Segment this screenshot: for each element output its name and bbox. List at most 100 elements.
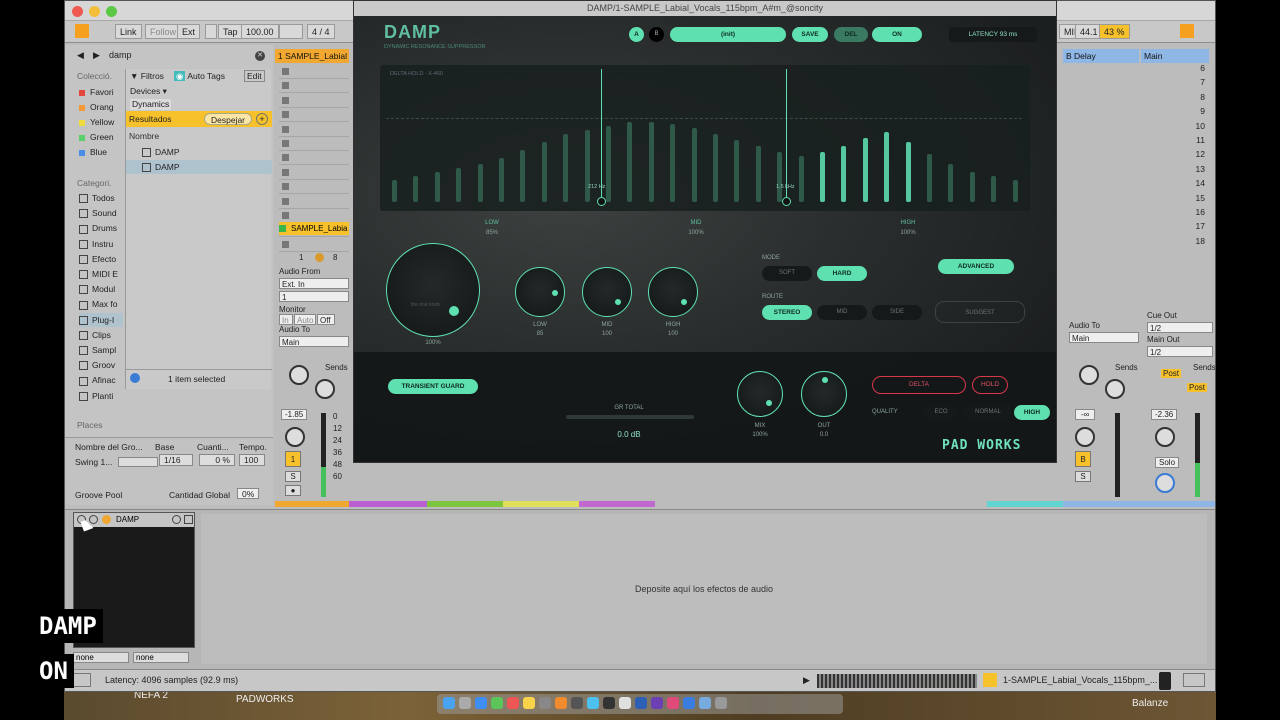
- out-knob[interactable]: [801, 371, 847, 417]
- hold-button[interactable]: HOLD: [972, 376, 1008, 394]
- groove-col-tempo[interactable]: Tempo.: [239, 440, 267, 454]
- send-a-knob[interactable]: [289, 365, 309, 385]
- slot-stop-icon[interactable]: [282, 240, 289, 248]
- main-out-select[interactable]: 1/2: [1147, 346, 1213, 357]
- overview-icon[interactable]: [1180, 24, 1194, 38]
- filters-toggle[interactable]: ▼ Filtros: [130, 69, 164, 83]
- slot-stop-icon[interactable]: [282, 96, 289, 104]
- cpu-meter[interactable]: 43 %: [1099, 24, 1130, 39]
- auto-tags-toggle[interactable]: ◉ Auto Tags: [174, 69, 225, 83]
- dynamics-tag[interactable]: Dynamics: [130, 99, 172, 110]
- cue-volume-knob[interactable]: [1155, 473, 1175, 493]
- link-button[interactable]: Link: [115, 24, 142, 39]
- main-volume-field[interactable]: -2.36: [1151, 409, 1178, 420]
- close-window-icon[interactable]: [72, 6, 83, 17]
- category-item[interactable]: Modul: [79, 282, 115, 296]
- edit-button[interactable]: Edit: [244, 70, 265, 82]
- route-side-button[interactable]: SIDE: [872, 305, 922, 320]
- track-activator-button[interactable]: 1: [285, 451, 301, 467]
- quality-eco-button[interactable]: ECO: [924, 405, 958, 420]
- category-item[interactable]: Sampl: [79, 343, 116, 357]
- plugin-title-bar[interactable]: DAMP/1-SAMPLE_Labial_Vocals_115bpm_A#m_@…: [354, 1, 1056, 16]
- slot-stop-icon[interactable]: [282, 168, 289, 176]
- notes-icon[interactable]: [523, 697, 535, 709]
- clip-slot[interactable]: [279, 166, 349, 180]
- collection-item[interactable]: Orang: [79, 100, 114, 114]
- app-icon[interactable]: [635, 697, 647, 709]
- post-button-2[interactable]: Post: [1187, 383, 1208, 392]
- category-item[interactable]: Todos: [79, 191, 115, 205]
- groove-base-select[interactable]: 1/16: [159, 454, 193, 466]
- messages-icon[interactable]: [491, 697, 503, 709]
- device-edit-icon[interactable]: [172, 515, 181, 524]
- result-item[interactable]: DAMP: [142, 145, 180, 159]
- scene-number[interactable]: 6: [1145, 63, 1205, 73]
- advanced-button[interactable]: ADVANCED: [938, 259, 1014, 274]
- preview-icon[interactable]: [130, 373, 140, 383]
- groove-col-quant[interactable]: Cuanti...: [197, 440, 229, 454]
- monitor-auto-button[interactable]: Auto: [294, 314, 316, 325]
- scene-number[interactable]: 10: [1145, 121, 1205, 131]
- result-item-selected[interactable]: DAMP: [126, 160, 272, 174]
- settings-icon[interactable]: [539, 697, 551, 709]
- collection-item[interactable]: Blue: [79, 145, 107, 159]
- zoom-window-icon[interactable]: [106, 6, 117, 17]
- slot-stop-icon[interactable]: [282, 125, 289, 133]
- category-item[interactable]: MIDI E: [79, 267, 118, 281]
- return-send-a-knob[interactable]: [1079, 365, 1099, 385]
- track-header-main[interactable]: Main: [1141, 49, 1209, 63]
- collection-item[interactable]: Favori: [79, 85, 114, 99]
- slot-stop-icon[interactable]: [282, 140, 289, 147]
- category-item[interactable]: Efecto: [79, 252, 116, 266]
- scene-number[interactable]: 8: [1145, 92, 1205, 102]
- ab-b-button[interactable]: B: [649, 27, 664, 42]
- live-icon[interactable]: [603, 697, 615, 709]
- save-preset-button[interactable]: SAVE: [792, 27, 828, 42]
- clip-slot[interactable]: [279, 65, 349, 79]
- nudge-icon[interactable]: [279, 24, 303, 39]
- scene-number[interactable]: 7: [1145, 77, 1205, 87]
- clip-slot[interactable]: [279, 79, 349, 94]
- tap-tempo-button[interactable]: Tap: [218, 24, 243, 39]
- sidechain-select-1[interactable]: none: [73, 652, 129, 663]
- mid-knob[interactable]: [582, 267, 632, 317]
- solo-button[interactable]: S: [285, 471, 301, 482]
- category-item[interactable]: Max fo: [79, 297, 118, 311]
- clip-slot[interactable]: [279, 94, 349, 108]
- mode-soft-button[interactable]: SOFT: [762, 266, 812, 281]
- record-icon[interactable]: [315, 253, 324, 262]
- arm-button[interactable]: ●: [285, 485, 301, 496]
- app-icon[interactable]: [587, 697, 599, 709]
- search-input[interactable]: damp: [109, 50, 132, 60]
- drop-zone[interactable]: Deposite aquí los efectos de audio: [201, 514, 1207, 664]
- collection-item[interactable]: Yellow: [79, 115, 114, 129]
- play-clip-icon[interactable]: [279, 225, 286, 232]
- monitor-off-button[interactable]: Off: [317, 314, 335, 325]
- return-solo-button[interactable]: S: [1075, 471, 1091, 482]
- send-b-knob[interactable]: [315, 379, 335, 399]
- ab-a-button[interactable]: A: [629, 27, 644, 42]
- cue-out-select[interactable]: 1/2: [1147, 322, 1213, 333]
- post-button[interactable]: Post: [1161, 369, 1182, 378]
- trash-icon[interactable]: [715, 697, 727, 709]
- delta-button[interactable]: DELTA: [872, 376, 966, 394]
- groove-name[interactable]: Swing 1...: [75, 455, 112, 469]
- track-header-sample[interactable]: 1 SAMPLE_Labial: [275, 49, 349, 63]
- scene-number[interactable]: 11: [1145, 135, 1205, 145]
- scene-number[interactable]: 15: [1145, 193, 1205, 203]
- scene-number[interactable]: 9: [1145, 106, 1205, 116]
- return-send-b-knob[interactable]: [1105, 379, 1125, 399]
- monitor-in-button[interactable]: In: [279, 314, 293, 325]
- category-item[interactable]: Instru: [79, 237, 113, 251]
- devices-filter[interactable]: Devices ▾: [130, 84, 167, 98]
- desktop-label-balanze[interactable]: Balanze: [1132, 698, 1168, 709]
- low-knob[interactable]: [515, 267, 565, 317]
- groove-col-base[interactable]: Base: [155, 440, 174, 454]
- slot-stop-icon[interactable]: [282, 183, 289, 191]
- groove-tempo-field[interactable]: 100: [239, 454, 265, 466]
- metronome-icon[interactable]: [205, 24, 217, 39]
- minimize-window-icon[interactable]: [89, 6, 100, 17]
- groove-controls[interactable]: [118, 457, 158, 467]
- category-item[interactable]: Drums: [79, 221, 117, 235]
- safari-icon[interactable]: [475, 697, 487, 709]
